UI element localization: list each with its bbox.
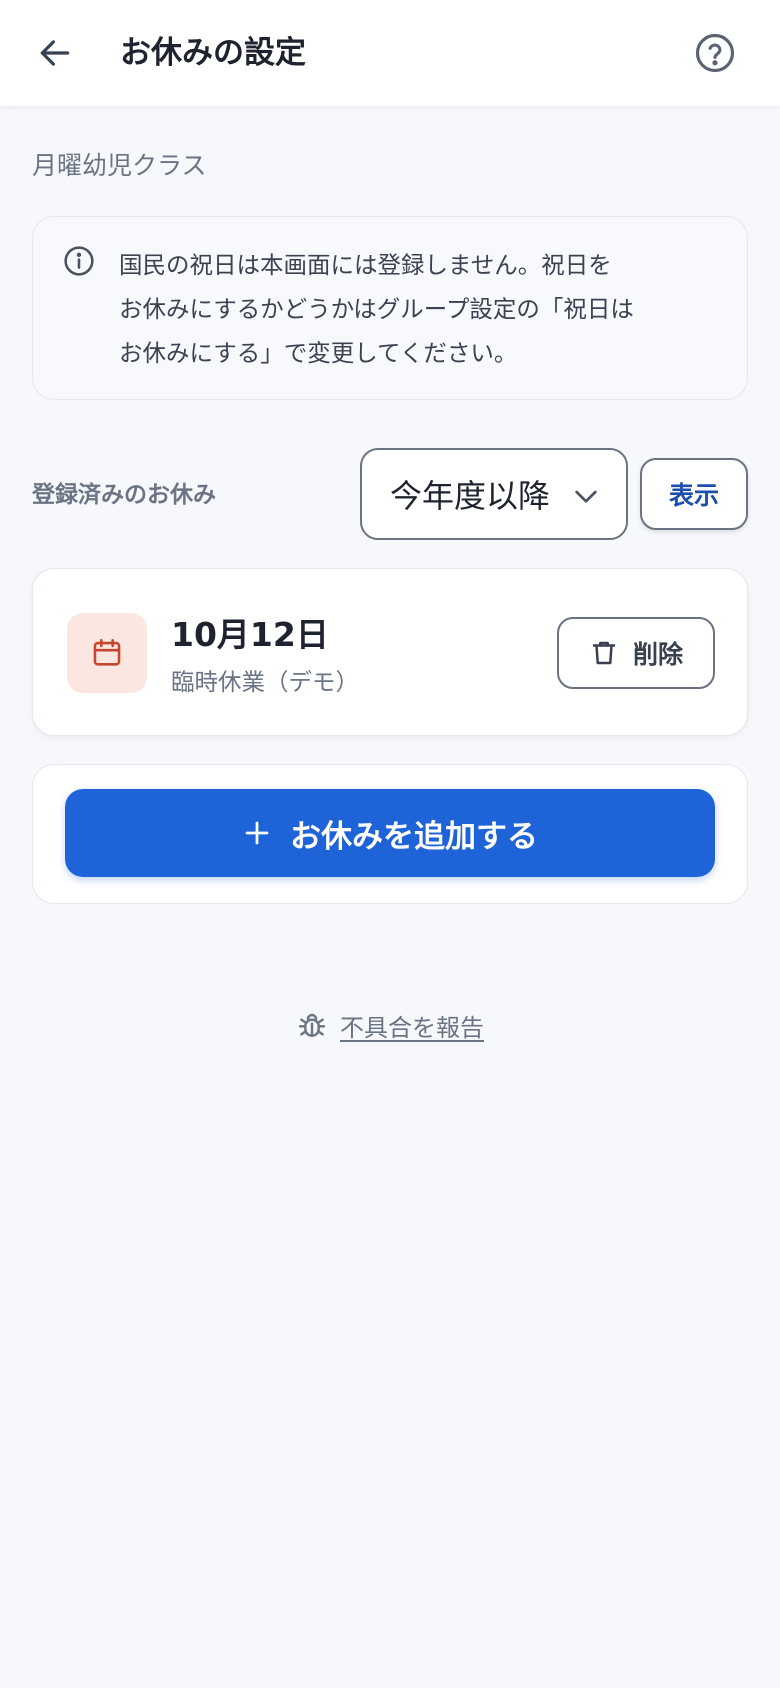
info-circle-icon	[64, 246, 94, 276]
help-button[interactable]	[692, 30, 738, 76]
holiday-date: 10月12日	[171, 615, 329, 654]
notice-box: 国民の祝日は本画面には登録しません。祝日を お休みにするかどうかはグループ設定の…	[32, 216, 748, 400]
page-title: お休みの設定	[120, 35, 306, 71]
holiday-item: 10月12日 臨時休業（デモ） 削除	[32, 568, 748, 736]
report-bug-link[interactable]: 不具合を報告	[340, 1008, 484, 1043]
calendar-icon	[93, 638, 121, 666]
notice-line: 国民の祝日は本画面には登録しません。祝日を	[119, 251, 612, 279]
class-name: 月曜幼児クラス	[32, 151, 207, 180]
period-select[interactable]: 今年度以降	[360, 448, 628, 540]
bug-icon	[298, 1013, 326, 1037]
add-holiday-label: お休みを追加する	[290, 818, 538, 855]
period-select-value: 今年度以降	[390, 477, 551, 515]
add-holiday-card: お休みを追加する	[32, 764, 748, 904]
delete-button[interactable]: 削除	[557, 617, 715, 689]
trash-icon	[592, 641, 616, 665]
holiday-icon-box	[67, 613, 147, 693]
plus-icon	[245, 821, 269, 845]
notice-line: お休みにするかどうかはグループ設定の「祝日は	[119, 295, 634, 323]
add-holiday-button[interactable]: お休みを追加する	[65, 789, 715, 877]
notice-line: お休みにする」で変更してください。	[119, 339, 518, 367]
chevron-down-icon	[575, 490, 597, 503]
question-circle-icon	[695, 33, 735, 73]
report-bug: 不具合を報告	[0, 1002, 780, 1048]
holiday-reason: 臨時休業（デモ）	[171, 668, 359, 696]
show-button[interactable]: 表示	[640, 458, 748, 530]
registered-holidays-label: 登録済みのお休み	[32, 482, 216, 508]
app-header: お休みの設定	[0, 0, 780, 106]
delete-button-label: 削除	[632, 640, 683, 669]
arrow-left-icon	[40, 40, 70, 66]
back-button[interactable]	[32, 30, 78, 76]
notice-text: 国民の祝日は本画面には登録しません。祝日を お休みにするかどうかはグループ設定の…	[119, 243, 719, 375]
